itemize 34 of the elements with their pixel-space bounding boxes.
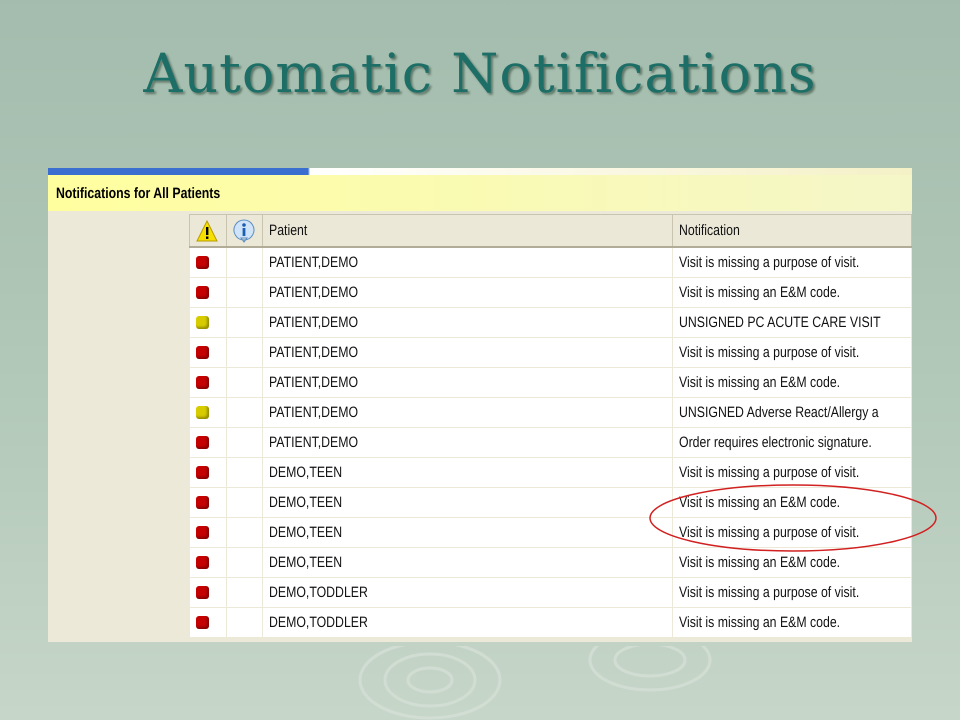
table-cell: UNSIGNED PC ACUTE CARE VISIT [672,308,912,338]
table-cell: PATIENT,DEMO [262,398,672,428]
table-cell: PATIENT,DEMO [262,368,672,398]
table-cell: DEMO,TODDLER [262,578,672,608]
info-icon [233,218,255,242]
warning-icon [196,220,218,242]
table-cell: Visit is missing an E&M code. [672,368,912,398]
table-cell: DEMO,TEEN [262,518,672,548]
table-cell: Visit is missing a purpose of visit. [672,578,912,608]
table-cell: Visit is missing a purpose of visit. [672,518,912,548]
table-cell: Visit is missing a purpose of visit. [672,458,912,488]
table-cell: DEMO,TEEN [262,458,672,488]
slide-title: Automatic Notifications [143,42,817,107]
table-cell: PATIENT,DEMO [262,338,672,368]
table-cell: Visit is missing an E&M code. [672,548,912,578]
table-cell: PATIENT,DEMO [262,247,672,278]
column-header[interactable] [226,214,262,247]
table-cell: Visit is missing an E&M code. [672,608,912,638]
column-header[interactable] [190,214,226,247]
table-cell: Order requires electronic signature. [672,428,912,458]
column-header[interactable]: Patient [262,214,672,247]
column-header[interactable]: Notification [672,214,912,247]
table-cell: Visit is missing a purpose of visit. [672,247,912,278]
panel-title: Notifications for All Patients [48,175,912,211]
table-cell: Visit is missing an E&M code. [672,278,912,308]
table-cell: Visit is missing an E&M code. [672,488,912,518]
table-cell: PATIENT,DEMO [262,278,672,308]
table-cell: PATIENT,DEMO [262,428,672,458]
table-cell: DEMO,TEEN [262,488,672,518]
table-cell: DEMO,TEEN [262,548,672,578]
table-cell: PATIENT,DEMO [262,308,672,338]
table-cell: UNSIGNED Adverse React/Allergy a [672,398,912,428]
table-cell: Visit is missing a purpose of visit. [672,338,912,368]
table-cell: DEMO,TODDLER [262,608,672,638]
